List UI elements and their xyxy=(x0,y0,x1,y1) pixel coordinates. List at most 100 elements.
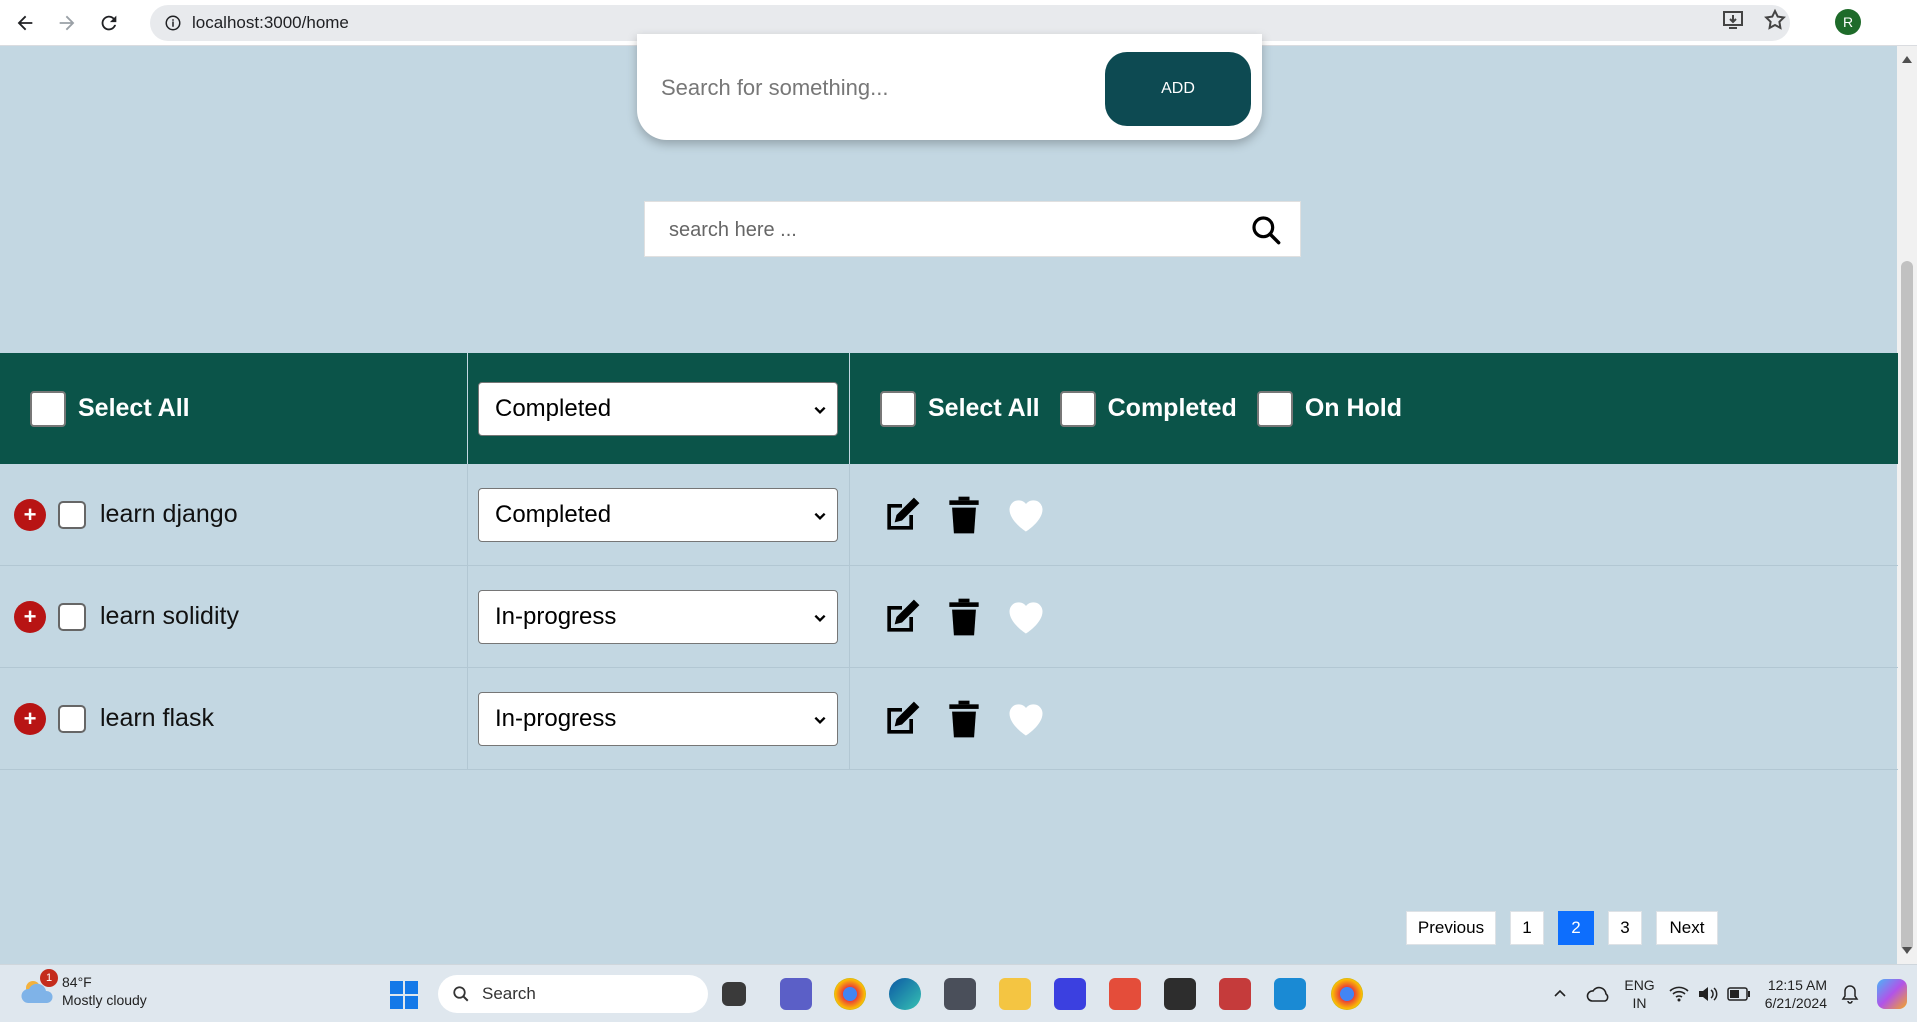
profile-avatar[interactable]: R xyxy=(1835,9,1861,35)
clock-date: 6/21/2024 xyxy=(1764,995,1827,1011)
page-button-3[interactable]: 3 xyxy=(1608,911,1642,945)
task-status-value: In-progress xyxy=(495,704,617,732)
table-row: + learn django Completed xyxy=(0,464,1898,566)
trash-icon[interactable] xyxy=(942,697,986,741)
vscode-icon[interactable] xyxy=(1274,978,1306,1010)
add-task-card: ADD xyxy=(637,34,1262,140)
bulk-completed-checkbox[interactable] xyxy=(1059,390,1096,427)
weather-widget[interactable]: 1 84°F Mostly cloudy xyxy=(20,969,147,1009)
trash-icon[interactable] xyxy=(942,493,986,537)
scroll-up-arrow-icon[interactable] xyxy=(1902,56,1912,63)
clock[interactable]: 12:15 AM 6/21/2024 xyxy=(1765,976,1827,1012)
scroll-down-arrow-icon[interactable] xyxy=(1902,947,1912,954)
chevron-down-icon xyxy=(814,614,826,622)
terminal-icon[interactable] xyxy=(1164,978,1196,1010)
language-code: ENG xyxy=(1624,977,1655,993)
trash-icon[interactable] xyxy=(942,595,986,639)
scrollbar-thumb[interactable] xyxy=(1901,261,1913,951)
copilot-icon[interactable] xyxy=(1877,979,1907,1009)
file-explorer-icon[interactable] xyxy=(999,978,1031,1010)
plus-circle-icon[interactable]: + xyxy=(14,702,46,735)
chrome-active-icon[interactable] xyxy=(1331,978,1363,1010)
task-name: learn django xyxy=(100,500,238,528)
task-table: Select All Completed Select All Complete… xyxy=(0,353,1898,770)
select-all-checkbox[interactable] xyxy=(30,390,66,427)
url-text: localhost:3000/home xyxy=(192,13,349,32)
onedrive-icon[interactable] xyxy=(1586,983,1610,1005)
heart-icon[interactable] xyxy=(1004,493,1048,537)
add-button[interactable]: ADD xyxy=(1105,52,1251,126)
search-icon xyxy=(453,986,469,1002)
bulk-select-all-label: Select All xyxy=(928,394,1040,422)
reload-icon xyxy=(101,15,117,30)
taskbar-search-label: Search xyxy=(482,984,536,1003)
battery-icon[interactable] xyxy=(1726,987,1751,1001)
wifi-icon[interactable] xyxy=(1669,985,1689,1003)
edit-icon[interactable] xyxy=(880,493,924,537)
region-code: IN xyxy=(1632,995,1647,1011)
bulk-on-hold-label: On Hold xyxy=(1304,394,1403,422)
task-status-select[interactable]: In-progress xyxy=(478,691,838,746)
git-icon[interactable] xyxy=(1109,978,1141,1010)
arrow-right-icon xyxy=(59,15,75,30)
page-button-2[interactable]: 2 xyxy=(1558,911,1594,945)
back-button[interactable] xyxy=(8,6,42,40)
volume-icon[interactable] xyxy=(1697,985,1719,1003)
taskbar-search[interactable]: Search xyxy=(438,975,708,1013)
previous-page-button[interactable]: Previous xyxy=(1406,911,1496,945)
filezilla-icon[interactable] xyxy=(1219,978,1251,1010)
weather-badge: 1 xyxy=(40,969,58,987)
search-icon[interactable] xyxy=(1250,214,1282,246)
bulk-completed-label: Completed xyxy=(1107,394,1237,422)
pagination: Previous 1 2 3 Next xyxy=(1406,911,1732,945)
unity-icon[interactable] xyxy=(944,978,976,1010)
page-scrollbar[interactable] xyxy=(1897,46,1917,964)
bulk-select-all-checkbox[interactable] xyxy=(880,390,916,427)
next-page-button[interactable]: Next xyxy=(1656,911,1718,945)
edit-icon[interactable] xyxy=(880,595,924,639)
mobaxterm-icon[interactable] xyxy=(1054,978,1086,1010)
bookmark-star-icon[interactable] xyxy=(1763,8,1787,32)
task-status-value: Completed xyxy=(495,500,612,528)
language-indicator[interactable]: ENG IN xyxy=(1624,976,1654,1012)
task-status-select[interactable]: In-progress xyxy=(478,589,838,644)
chrome-icon[interactable] xyxy=(834,978,866,1010)
forward-button[interactable] xyxy=(50,6,84,40)
task-status-select[interactable]: Completed xyxy=(478,487,838,542)
arrow-left-icon xyxy=(17,15,33,30)
task-checkbox[interactable] xyxy=(58,602,86,631)
teams-icon[interactable] xyxy=(780,978,812,1010)
status-filter-value: Completed xyxy=(495,394,612,422)
notification-bell-icon[interactable] xyxy=(1841,984,1859,1004)
reload-button[interactable] xyxy=(92,6,126,40)
weather-temp: 84°F xyxy=(62,974,92,990)
plus-circle-icon[interactable]: + xyxy=(14,600,46,633)
page-button-1[interactable]: 1 xyxy=(1510,911,1544,945)
bulk-on-hold-checkbox[interactable] xyxy=(1256,390,1293,427)
install-app-icon[interactable] xyxy=(1721,8,1745,32)
select-all-label: Select All xyxy=(78,394,190,422)
info-icon[interactable] xyxy=(164,14,182,32)
chevron-up-icon[interactable] xyxy=(1552,986,1568,1002)
add-task-input[interactable] xyxy=(661,70,1081,106)
status-filter-select[interactable]: Completed xyxy=(478,381,838,436)
table-row: + learn flask In-progress xyxy=(0,668,1898,770)
system-tray: ENG IN 12:15 AM 6/21/2024 xyxy=(1552,965,1917,1022)
heart-icon[interactable] xyxy=(1004,697,1048,741)
task-checkbox[interactable] xyxy=(58,500,86,529)
search-box xyxy=(644,201,1301,257)
edge-icon[interactable] xyxy=(889,978,921,1010)
table-header-row: Select All Completed Select All Complete… xyxy=(0,353,1898,464)
weather-desc: Mostly cloudy xyxy=(62,992,147,1008)
plus-circle-icon[interactable]: + xyxy=(14,498,46,531)
search-input[interactable] xyxy=(669,214,1229,246)
edit-icon[interactable] xyxy=(880,697,924,741)
chevron-down-icon xyxy=(814,512,826,520)
task-name: learn flask xyxy=(100,704,214,732)
heart-icon[interactable] xyxy=(1004,595,1048,639)
windows-start-icon[interactable] xyxy=(390,981,418,1009)
chevron-down-icon xyxy=(814,716,826,724)
task-view-icon[interactable] xyxy=(722,982,746,1006)
task-checkbox[interactable] xyxy=(58,704,86,733)
chevron-down-icon xyxy=(814,406,826,414)
